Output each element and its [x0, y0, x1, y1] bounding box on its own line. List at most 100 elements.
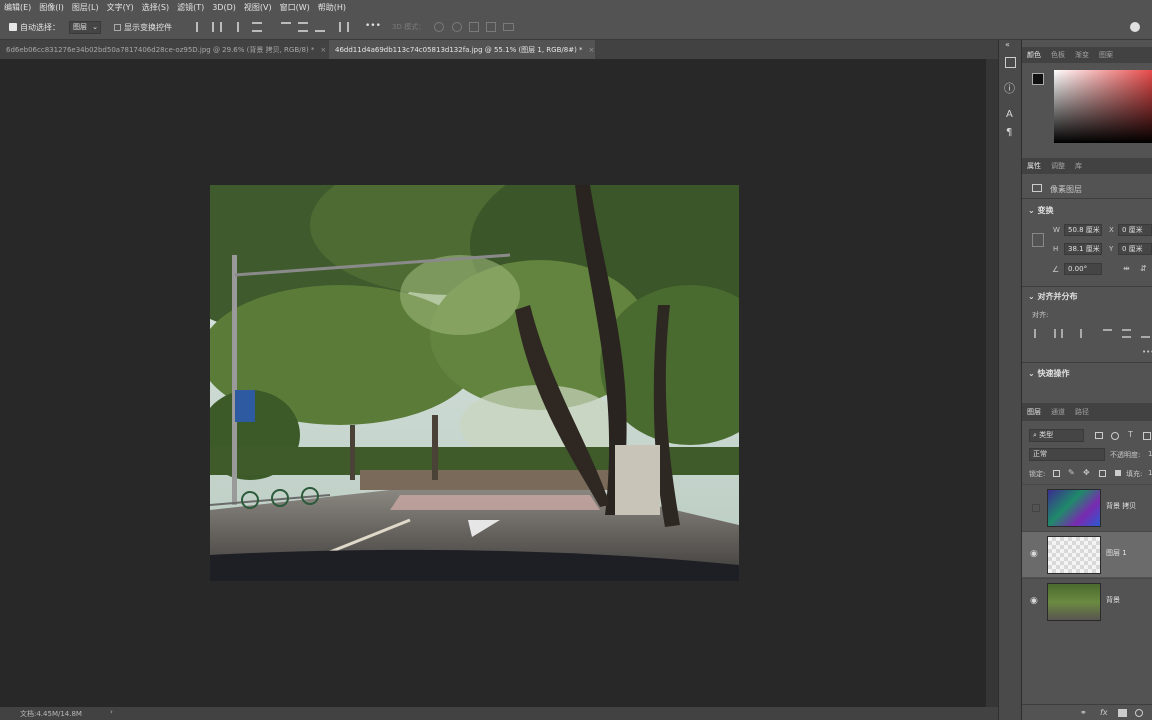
menu-edit[interactable]: 编辑(E)	[0, 2, 35, 13]
status-bar: 文档:4.45M/14.8M ›	[0, 707, 998, 720]
align-top-icon[interactable]	[281, 22, 291, 32]
vertical-scrollbar[interactable]	[986, 59, 998, 707]
transform-title-text: 变换	[1037, 206, 1054, 215]
menu-window[interactable]: 窗口(W)	[276, 2, 314, 13]
tab-document-1[interactable]: 6d6eb06cc831276e34b02bd50a7817406d28ce-o…	[0, 40, 326, 59]
paragraph-icon[interactable]: ¶	[1006, 128, 1012, 138]
flip-horizontal-icon[interactable]: ⇹	[1123, 264, 1130, 273]
tab-document-2[interactable]: 46dd11d4a69db113c74c05813d132fa.jpg @ 55…	[329, 40, 595, 59]
menu-help[interactable]: 帮助(H)	[314, 2, 350, 13]
user-icon[interactable]	[1130, 22, 1140, 32]
layer-name[interactable]: 背景	[1106, 595, 1120, 605]
filter-type-icon[interactable]: T	[1128, 430, 1133, 439]
menu-3d[interactable]: 3D(D)	[208, 3, 240, 12]
close-icon[interactable]: ×	[320, 46, 326, 54]
quick-actions-title[interactable]: ⌄ 快速操作	[1028, 368, 1070, 379]
menu-image[interactable]: 图像(I)	[35, 2, 68, 13]
panel-align-center-icon[interactable]	[1054, 329, 1063, 338]
fill-label: 填充:	[1126, 470, 1143, 478]
lock-paint-icon[interactable]: ✎	[1068, 468, 1075, 477]
y-field[interactable]: 0 厘米	[1118, 243, 1152, 255]
auto-select-dropdown[interactable]: 图层 ⌄	[69, 21, 101, 34]
tab-channels[interactable]: 通道	[1046, 407, 1070, 417]
tab-properties[interactable]: 属性	[1022, 161, 1046, 171]
blend-mode-dropdown[interactable]: 正常	[1029, 448, 1105, 461]
lock-transparent-icon[interactable]	[1053, 470, 1060, 477]
link-icon[interactable]	[1032, 233, 1044, 247]
status-arrow-icon[interactable]: ›	[110, 708, 113, 716]
panel-align-right-icon[interactable]	[1073, 329, 1082, 338]
link-layers-icon[interactable]: ⚭	[1080, 708, 1087, 717]
tab-layers[interactable]: 图层	[1022, 407, 1046, 417]
menu-layer[interactable]: 图层(L)	[68, 2, 103, 13]
tab-libraries[interactable]: 库	[1070, 161, 1087, 171]
transform-section-title[interactable]: ⌄ 变换	[1028, 205, 1054, 216]
more-options-icon[interactable]: •••	[365, 21, 381, 31]
fx-icon[interactable]: fx	[1100, 708, 1108, 717]
distribute-icon[interactable]	[252, 22, 262, 32]
lock-all-icon[interactable]	[1115, 470, 1121, 476]
menu-filter[interactable]: 滤镜(T)	[173, 2, 208, 13]
align-vcenter-icon[interactable]	[298, 22, 308, 32]
canvas-image[interactable]	[210, 185, 739, 581]
layer-name[interactable]: 图层 1	[1106, 548, 1127, 558]
layer-filter-dropdown[interactable]: ⌕ 类型	[1029, 429, 1084, 442]
align-hcenter-icon[interactable]	[212, 22, 222, 32]
align-title-text: 对齐并分布	[1037, 292, 1078, 301]
angle-icon: ∠	[1052, 265, 1060, 274]
mask-icon[interactable]	[1118, 709, 1127, 717]
adjustment-icon[interactable]	[1135, 709, 1143, 717]
panel-align-left-icon[interactable]	[1034, 329, 1043, 338]
visibility-off-toggle[interactable]	[1032, 504, 1040, 512]
canvas-area[interactable]	[0, 59, 986, 707]
menu-view[interactable]: 视图(V)	[240, 2, 276, 13]
tab-swatches[interactable]: 色板	[1046, 50, 1070, 60]
transform-controls-label: 显示变换控件	[124, 23, 172, 32]
align-more-icon[interactable]: •••	[1142, 348, 1152, 356]
tab-patterns[interactable]: 图案	[1094, 50, 1118, 60]
panel-align-middle-icon[interactable]	[1122, 329, 1131, 338]
x-field[interactable]: 0 厘米	[1118, 224, 1152, 236]
height-field[interactable]: 38.1 厘米	[1064, 243, 1102, 255]
lock-position-icon[interactable]: ✥	[1083, 468, 1090, 477]
layer-name[interactable]: 背景 拷贝	[1106, 501, 1136, 511]
eye-icon[interactable]: ◉	[1030, 549, 1038, 559]
tab-color[interactable]: 颜色	[1022, 50, 1046, 60]
auto-select-checkbox[interactable]	[9, 23, 17, 31]
close-icon[interactable]: ×	[589, 46, 595, 54]
layer-row[interactable]: ◉ 图层 1	[1022, 531, 1152, 577]
lock-artboard-icon[interactable]	[1099, 470, 1106, 477]
character-icon[interactable]: A	[1006, 110, 1013, 120]
panel-align-bottom-icon[interactable]	[1141, 329, 1150, 338]
opacity-value[interactable]: 1	[1148, 450, 1152, 458]
panel-align-top-icon[interactable]	[1103, 329, 1112, 338]
eye-icon[interactable]: ◉	[1030, 596, 1038, 606]
menu-type[interactable]: 文字(Y)	[103, 2, 138, 13]
width-field[interactable]: 50.8 厘米	[1064, 224, 1102, 236]
transform-controls-checkbox[interactable]	[114, 24, 121, 31]
tab-gradients[interactable]: 渐变	[1070, 50, 1094, 60]
flip-vertical-icon[interactable]: ⇵	[1140, 264, 1147, 273]
align-section-title[interactable]: ⌄ 对齐并分布	[1028, 291, 1078, 302]
align-bottom-icon[interactable]	[315, 22, 325, 32]
fill-value[interactable]: 1	[1148, 469, 1152, 477]
filter-adjustment-icon[interactable]	[1111, 432, 1119, 440]
filter-pixel-icon[interactable]	[1095, 432, 1103, 439]
distribute-v-icon[interactable]	[339, 22, 349, 32]
doc-size-readout[interactable]: 文档:4.45M/14.8M	[20, 709, 82, 719]
filter-shape-icon[interactable]	[1143, 432, 1151, 440]
color-picker-field[interactable]	[1054, 70, 1152, 143]
angle-field[interactable]: 0.00°	[1064, 263, 1102, 275]
tab-paths[interactable]: 路径	[1070, 407, 1094, 417]
collapse-icon[interactable]: «	[1005, 41, 1010, 49]
tab-document-1-label: 6d6eb06cc831276e34b02bd50a7817406d28ce-o…	[6, 45, 315, 54]
align-left-icon[interactable]	[196, 22, 206, 32]
layer-row[interactable]: ◉ 背景	[1022, 578, 1152, 624]
layer-row[interactable]: 背景 拷贝	[1022, 484, 1152, 530]
tab-adjustments[interactable]: 调整	[1046, 161, 1070, 171]
align-right-icon[interactable]	[229, 22, 239, 32]
history-icon[interactable]	[1005, 57, 1016, 68]
foreground-color-swatch[interactable]	[1032, 73, 1044, 85]
menu-select[interactable]: 选择(S)	[138, 2, 173, 13]
info-icon[interactable]: ⓘ	[1004, 83, 1015, 94]
